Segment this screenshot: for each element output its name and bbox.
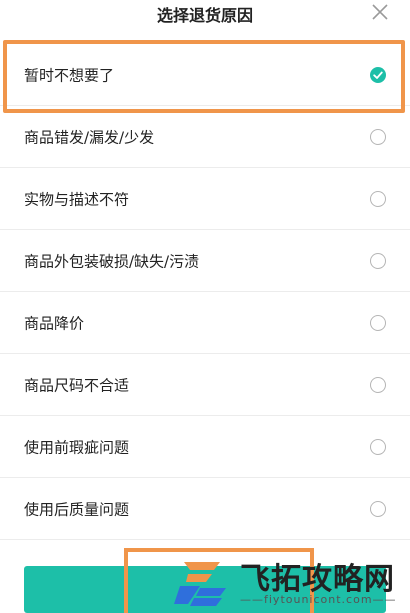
sheet-title: 选择退货原因 (156, 6, 253, 25)
watermark-text: 飞拓攻略网 (240, 562, 395, 597)
reason-label: 使用后质量问题 (24, 500, 130, 518)
reason-label: 商品外包装破损/缺失/污渍 (24, 252, 200, 270)
close-icon[interactable] (370, 2, 390, 22)
radio-unchecked-icon[interactable] (370, 252, 386, 269)
reason-option[interactable]: 商品外包装破损/缺失/污渍 (0, 230, 410, 292)
reason-label: 暂时不想要了 (24, 66, 115, 84)
radio-unchecked-icon[interactable] (370, 438, 386, 455)
site-watermark: 飞拓攻略网 ——fiytounicont.com—— (160, 552, 410, 613)
radio-checked-icon[interactable] (370, 66, 386, 83)
radio-unchecked-icon[interactable] (370, 376, 386, 393)
radio-unchecked-icon[interactable] (370, 500, 386, 517)
sheet-header: 选择退货原因 (0, 0, 410, 30)
reason-option[interactable]: 商品错发/漏发/少发 (0, 106, 410, 168)
reason-list: 暂时不想要了 商品错发/漏发/少发 实物与描述不符 商品外包装破损/缺失/污渍 … (0, 44, 410, 540)
reason-option[interactable]: 实物与描述不符 (0, 168, 410, 230)
reason-option[interactable]: 使用后质量问题 (0, 478, 410, 540)
reason-option[interactable]: 暂时不想要了 (0, 44, 410, 106)
reason-option[interactable]: 商品尺码不合适 (0, 354, 410, 416)
watermark-url: ——fiytounicont.com—— (240, 593, 397, 606)
reason-option[interactable]: 商品降价 (0, 292, 410, 354)
reason-label: 商品错发/漏发/少发 (24, 128, 155, 146)
reason-option[interactable]: 使用前瑕疵问题 (0, 416, 410, 478)
radio-unchecked-icon[interactable] (370, 314, 386, 331)
radio-unchecked-icon[interactable] (370, 190, 386, 207)
reason-label: 使用前瑕疵问题 (24, 438, 130, 456)
reason-label: 商品降价 (24, 314, 85, 332)
reason-label: 商品尺码不合适 (24, 376, 130, 394)
radio-unchecked-icon[interactable] (370, 128, 386, 145)
return-reason-sheet: 选择退货原因 暂时不想要了 商品错发/漏发/少发 实物与描述不符 商品外包装破损… (0, 0, 410, 613)
reason-label: 实物与描述不符 (24, 190, 130, 208)
watermark-logo-icon (170, 556, 234, 610)
